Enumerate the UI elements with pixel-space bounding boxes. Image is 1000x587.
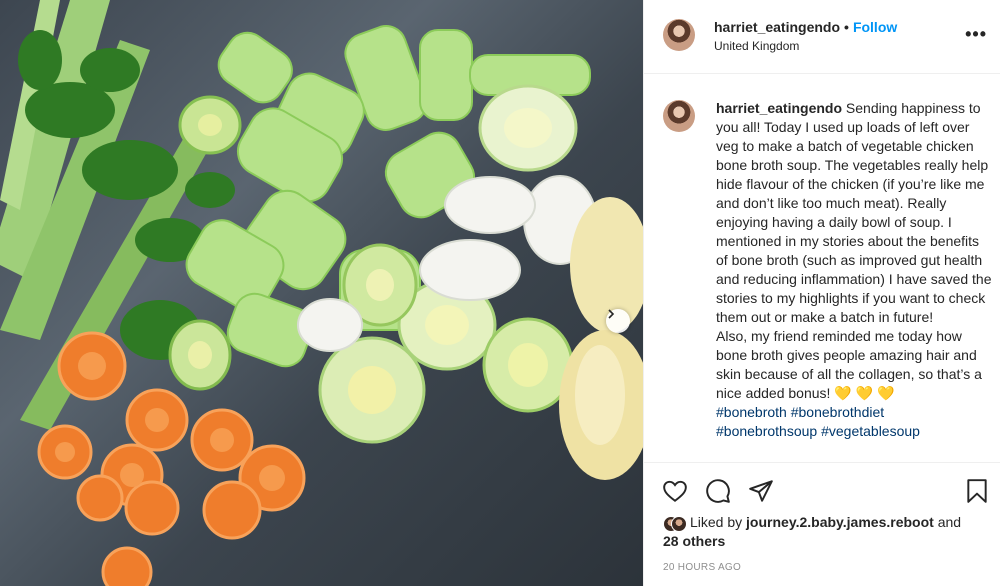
comment-icon[interactable]	[705, 478, 731, 504]
separator-dot: •	[844, 19, 849, 35]
post-sidebar: harriet_eatingendo • Follow United Kingdom…	[643, 0, 1000, 586]
more-options-icon[interactable]: •••	[965, 24, 987, 45]
liked-by-user[interactable]: journey.2.baby.james.reboot	[746, 514, 934, 530]
paper-plane-icon[interactable]	[748, 478, 774, 504]
liked-by-avatars	[663, 516, 687, 532]
username-link[interactable]: harriet_eatingendo	[714, 19, 840, 35]
post-actions: Liked by journey.2.baby.james.reboot and…	[644, 462, 1000, 587]
caption-username[interactable]: harriet_eatingendo	[716, 100, 842, 116]
carrot-slices	[37, 331, 306, 586]
liked-by-and: and	[933, 514, 962, 530]
caption-body: Sending happiness to you all! Today I us…	[716, 100, 992, 401]
likes-others: 28 others	[663, 533, 725, 549]
liked-by-prefix: Liked by	[690, 514, 747, 530]
avatar[interactable]	[663, 19, 695, 51]
others-count-link[interactable]: 28 others	[663, 533, 725, 549]
leek-rings	[168, 25, 597, 444]
caption-text: harriet_eatingendo Sending happiness to …	[716, 99, 994, 441]
post-timestamp[interactable]: 20 HOURS AGO	[663, 562, 741, 573]
likes-summary: Liked by journey.2.baby.james.reboot and	[690, 514, 961, 530]
chevron-right-icon	[608, 309, 615, 319]
next-image-button[interactable]	[606, 309, 630, 333]
post-author: harriet_eatingendo • Follow	[714, 19, 897, 35]
heart-icon[interactable]	[662, 478, 688, 504]
location-link[interactable]: United Kingdom	[714, 39, 799, 53]
hashtags-line-1[interactable]: #bonebroth #bonebrothdiet	[716, 404, 884, 420]
hashtags-line-2[interactable]: #bonebrothsoup #vegetablesoup	[716, 423, 920, 439]
caption-section: harriet_eatingendo Sending happiness to …	[644, 74, 1000, 462]
follow-button[interactable]: Follow	[853, 19, 897, 35]
post-header: harriet_eatingendo • Follow United Kingdom…	[644, 0, 1000, 74]
bookmark-icon[interactable]	[964, 478, 990, 504]
caption-avatar[interactable]	[663, 100, 695, 132]
vegetables-image	[0, 0, 643, 586]
liker-avatar	[671, 516, 687, 532]
post-photo[interactable]	[0, 0, 643, 586]
